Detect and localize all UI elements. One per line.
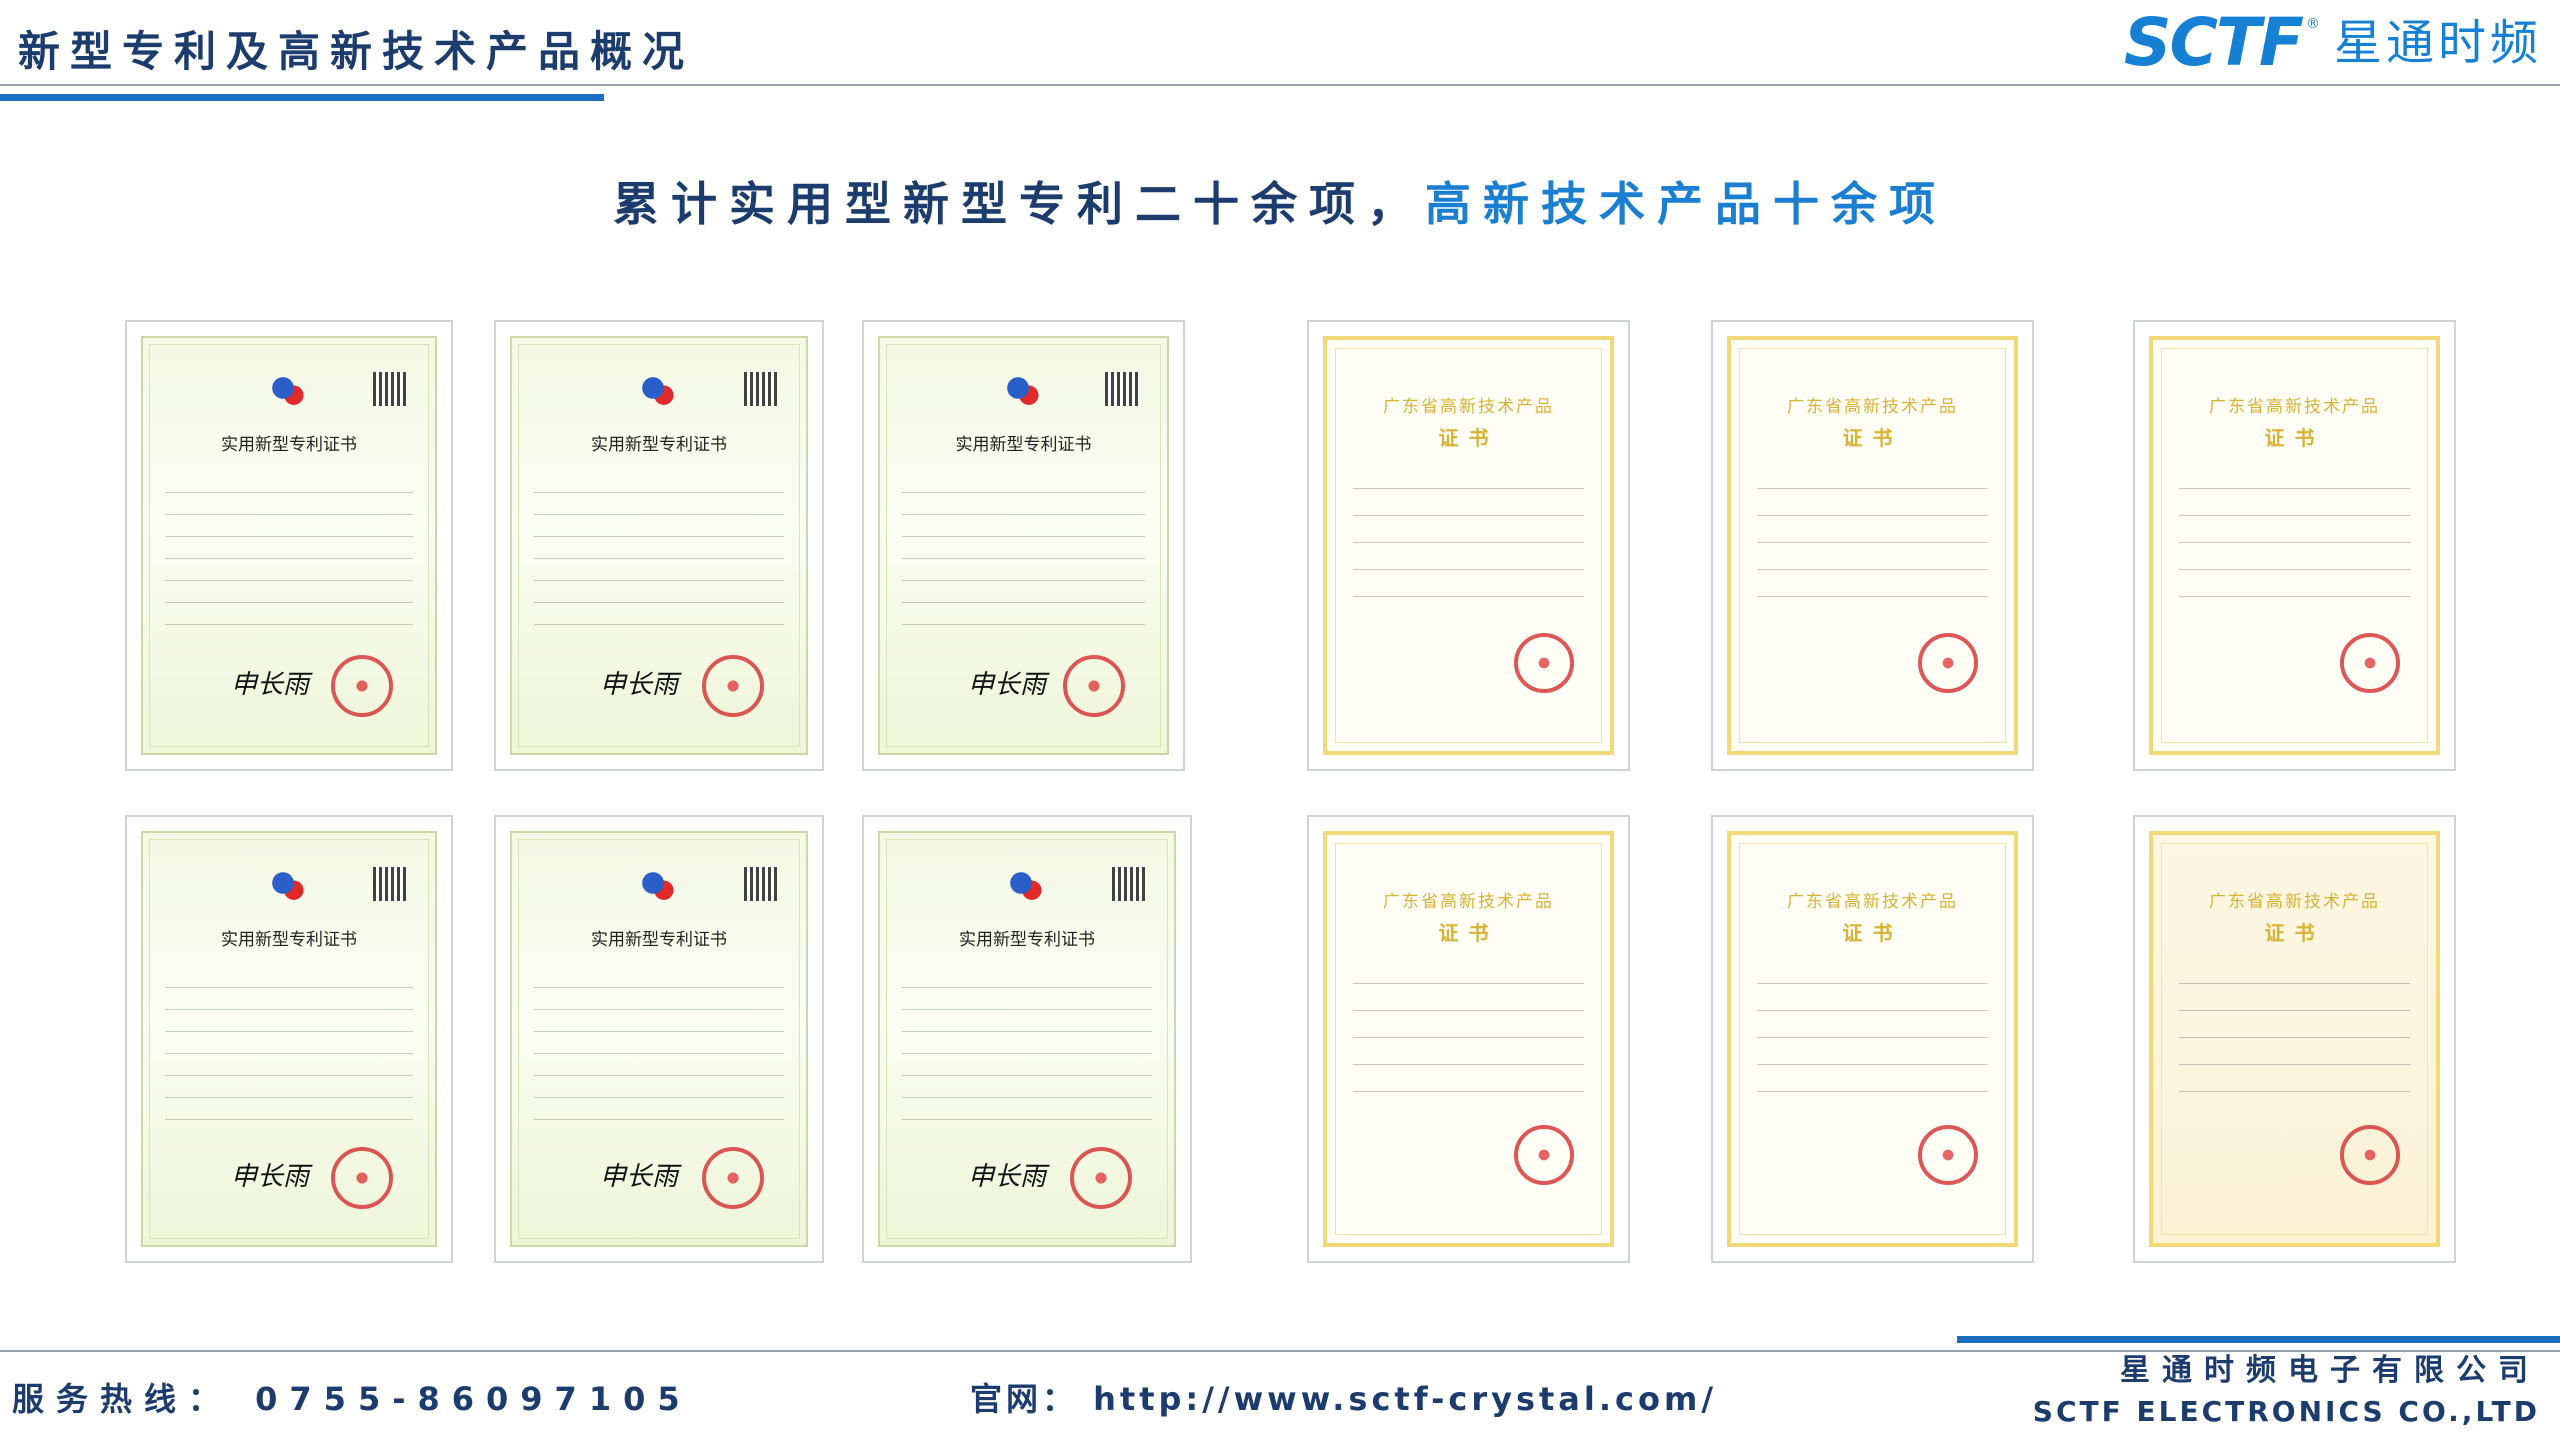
patent-certificate: 实用新型专利证书申长雨 — [862, 815, 1192, 1263]
certificate-text-lines — [165, 973, 413, 1133]
certificate-title: 实用新型专利证书 — [221, 435, 357, 455]
certificate-subtitle: 证书 — [2264, 426, 2325, 450]
logo-name: 星通时频 — [2333, 15, 2542, 71]
company-name-en: SCTF ELECTRONICS CO.,LTD — [2032, 1395, 2540, 1428]
seal-icon — [2340, 633, 2400, 693]
qr-code-icon — [1105, 372, 1139, 406]
signature: 申长雨 — [968, 670, 1047, 700]
certificate-title: 广东省高新技术产品 — [1383, 892, 1554, 912]
qr-code-icon — [373, 372, 407, 406]
patent-emblem-icon — [269, 372, 309, 412]
hitech-certificate: 广东省高新技术产品证书 — [1307, 815, 1630, 1263]
patent-certificate: 实用新型专利证书申长雨 — [494, 815, 824, 1263]
registered-mark: ® — [2305, 16, 2320, 32]
company-name: 星通时频电子有限公司 SCTF ELECTRONICS CO.,LTD — [2033, 1356, 2540, 1426]
logo-mark: SCTF — [2123, 4, 2304, 81]
hitech-certificate: 广东省高新技术产品证书 — [1307, 320, 1630, 771]
seal-icon — [1918, 633, 1978, 693]
patent-certificate: 实用新型专利证书申长雨 — [862, 320, 1185, 771]
hitech-certificate: 广东省高新技术产品证书 — [2133, 320, 2456, 771]
headline-products: 高新技术产品十余项 — [1425, 177, 1947, 231]
certificate-subtitle: 证书 — [1842, 921, 1903, 945]
qr-code-icon — [373, 867, 407, 901]
patent-emblem-icon — [639, 867, 679, 907]
certificate-text-lines — [2179, 470, 2410, 620]
patent-emblem-icon — [269, 867, 309, 907]
footer-accent-bar — [1957, 1336, 2560, 1343]
certificate-title: 实用新型专利证书 — [591, 435, 727, 455]
hitech-certificate: 广东省高新技术产品证书 — [1711, 320, 2034, 771]
seal-icon — [2340, 1125, 2400, 1185]
header-accent-bar — [0, 94, 604, 101]
patent-emblem-icon — [1003, 372, 1044, 412]
service-hotline: 服务热线： 0755-86097105 — [12, 1380, 692, 1418]
signature: 申长雨 — [600, 1162, 679, 1192]
seal-icon — [1070, 1147, 1132, 1209]
header-divider — [0, 84, 2560, 86]
footer-divider — [0, 1350, 2560, 1352]
certificate-text-lines — [902, 973, 1152, 1133]
certificate-text-lines — [1757, 470, 1988, 620]
certificate-text-lines — [902, 478, 1145, 638]
patent-emblem-icon — [1007, 867, 1047, 907]
company-logo: SCTF ® 星通时频 — [2124, 10, 2542, 76]
seal-icon — [1063, 655, 1125, 717]
signature: 申长雨 — [231, 670, 310, 700]
signature: 申长雨 — [968, 1162, 1047, 1192]
patent-certificate: 实用新型专利证书申长雨 — [494, 320, 824, 771]
seal-icon — [702, 655, 764, 717]
certificate-text-lines — [2179, 965, 2410, 1115]
qr-code-icon — [1112, 867, 1146, 901]
seal-icon — [331, 1147, 393, 1209]
qr-code-icon — [744, 372, 778, 406]
hitech-certificate: 广东省高新技术产品证书 — [2133, 815, 2456, 1263]
seal-icon — [1514, 633, 1574, 693]
certificate-title: 实用新型专利证书 — [591, 930, 727, 950]
certificate-title: 广东省高新技术产品 — [2209, 397, 2380, 417]
company-name-cn: 星通时频电子有限公司 — [2120, 1353, 2540, 1388]
certificate-text-lines — [534, 478, 784, 638]
patent-certificate: 实用新型专利证书申长雨 — [125, 815, 453, 1263]
certificate-title: 实用新型专利证书 — [221, 930, 357, 950]
certificate-text-lines — [1353, 470, 1584, 620]
headline-patents: 累计实用型新型专利二十余项， — [613, 177, 1425, 231]
certificate-title: 广东省高新技术产品 — [2209, 892, 2380, 912]
seal-icon — [331, 655, 393, 717]
certificate-subtitle: 证书 — [1438, 426, 1499, 450]
seal-icon — [1514, 1125, 1574, 1185]
seal-icon — [1918, 1125, 1978, 1185]
certificate-title: 广东省高新技术产品 — [1787, 892, 1958, 912]
certificate-subtitle: 证书 — [2264, 921, 2325, 945]
certificate-subtitle: 证书 — [1438, 921, 1499, 945]
certificate-text-lines — [1353, 965, 1584, 1115]
certificate-title: 实用新型专利证书 — [959, 930, 1095, 950]
qr-code-icon — [744, 867, 778, 901]
patent-emblem-icon — [639, 372, 679, 412]
patent-certificate: 实用新型专利证书申长雨 — [125, 320, 453, 771]
certificate-text-lines — [165, 478, 413, 638]
signature: 申长雨 — [600, 670, 679, 700]
certificate-text-lines — [534, 973, 784, 1133]
signature: 申长雨 — [231, 1162, 310, 1192]
certificate-title: 广东省高新技术产品 — [1787, 397, 1958, 417]
hitech-certificate: 广东省高新技术产品证书 — [1711, 815, 2034, 1263]
page-title: 新型专利及高新技术产品概况 — [18, 27, 695, 76]
certificate-title: 实用新型专利证书 — [955, 435, 1092, 455]
certificate-subtitle: 证书 — [1842, 426, 1903, 450]
headline: 累计实用型新型专利二十余项，高新技术产品十余项 — [0, 168, 2560, 234]
certificate-title: 广东省高新技术产品 — [1383, 397, 1554, 417]
certificate-text-lines — [1757, 965, 1988, 1115]
website-link[interactable]: 官网： http://www.sctf-crystal.com/ — [970, 1374, 1717, 1420]
seal-icon — [702, 1147, 764, 1209]
